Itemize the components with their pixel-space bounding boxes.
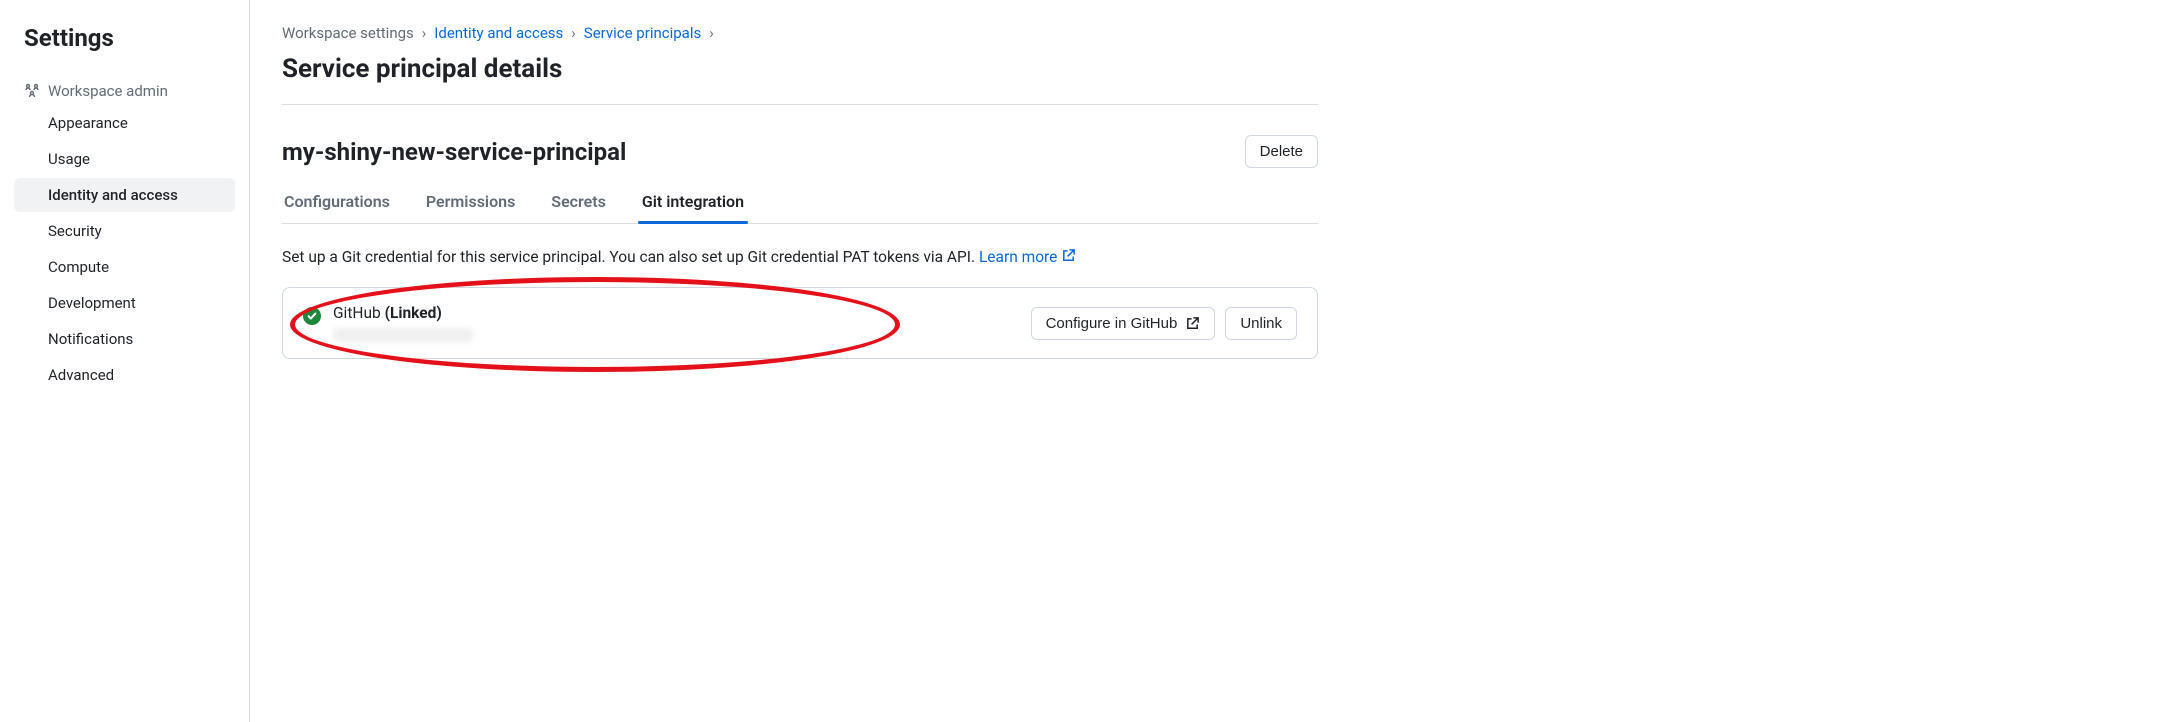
learn-more-text: Learn more xyxy=(979,248,1057,266)
tab-configurations[interactable]: Configurations xyxy=(282,182,392,223)
sidebar-section: Workspace admin Appearance Usage Identit… xyxy=(14,76,235,392)
sidebar-item-compute[interactable]: Compute xyxy=(14,250,235,284)
configure-in-github-button[interactable]: Configure in GitHub xyxy=(1031,307,1216,340)
sidebar: Settings Workspace admin Appearance Usag… xyxy=(0,0,250,722)
git-link-status: (Linked) xyxy=(385,304,442,322)
breadcrumb-item-service-principals[interactable]: Service principals xyxy=(584,24,701,42)
main-content: Workspace settings › Identity and access… xyxy=(250,0,1350,722)
sidebar-title: Settings xyxy=(14,24,235,72)
sidebar-item-appearance[interactable]: Appearance xyxy=(14,106,235,140)
git-section-description: Set up a Git credential for this service… xyxy=(282,246,1318,269)
page-title: Service principal details xyxy=(282,54,1318,105)
git-desc-text: Set up a Git credential for this service… xyxy=(282,248,979,266)
sidebar-section-label: Workspace admin xyxy=(48,82,168,100)
breadcrumb: Workspace settings › Identity and access… xyxy=(282,24,1318,42)
learn-more-link[interactable]: Learn more xyxy=(979,248,1076,266)
external-link-icon xyxy=(1185,316,1200,331)
configure-label: Configure in GitHub xyxy=(1046,315,1178,332)
external-link-icon xyxy=(1061,248,1076,263)
git-provider-name: GitHub xyxy=(333,304,381,322)
principal-name: my-shiny-new-service-principal xyxy=(282,138,626,166)
breadcrumb-sep: › xyxy=(571,24,576,42)
breadcrumb-item-workspace-settings: Workspace settings xyxy=(282,24,414,42)
git-card-wrapper: GitHub (Linked) Configure in GitHub Unli… xyxy=(282,287,1318,359)
tab-secrets[interactable]: Secrets xyxy=(549,182,608,223)
sidebar-section-header: Workspace admin xyxy=(14,76,235,106)
sidebar-item-identity-and-access[interactable]: Identity and access xyxy=(14,178,235,212)
sidebar-item-security[interactable]: Security xyxy=(14,214,235,248)
check-circle-icon xyxy=(303,307,321,325)
breadcrumb-sep: › xyxy=(422,24,427,42)
breadcrumb-sep: › xyxy=(709,24,714,42)
tab-permissions[interactable]: Permissions xyxy=(424,182,517,223)
delete-button[interactable]: Delete xyxy=(1245,135,1318,168)
git-credential-card: GitHub (Linked) Configure in GitHub Unli… xyxy=(282,287,1318,359)
git-provider-row: GitHub (Linked) xyxy=(333,304,473,322)
git-card-actions: Configure in GitHub Unlink xyxy=(1031,307,1297,340)
sidebar-item-notifications[interactable]: Notifications xyxy=(14,322,235,356)
tabs: Configurations Permissions Secrets Git i… xyxy=(282,182,1318,224)
git-card-left: GitHub (Linked) xyxy=(303,304,473,342)
unlink-button[interactable]: Unlink xyxy=(1225,307,1297,340)
sidebar-item-development[interactable]: Development xyxy=(14,286,235,320)
git-redacted-detail xyxy=(333,328,473,342)
breadcrumb-item-identity-and-access[interactable]: Identity and access xyxy=(434,24,563,42)
sidebar-item-usage[interactable]: Usage xyxy=(14,142,235,176)
principal-header: my-shiny-new-service-principal Delete xyxy=(282,105,1318,168)
tab-git-integration[interactable]: Git integration xyxy=(640,182,746,223)
workspace-admin-icon xyxy=(24,83,40,99)
sidebar-item-advanced[interactable]: Advanced xyxy=(14,358,235,392)
